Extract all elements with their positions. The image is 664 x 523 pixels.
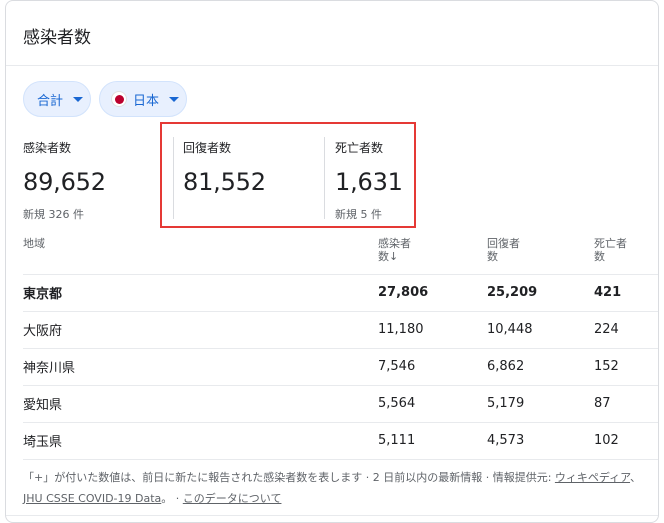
- region-cell: 埼玉県: [23, 422, 378, 460]
- cases-stat: 感染者数 89,652 新規 326 件: [23, 139, 106, 222]
- total-filter-label: 合計: [37, 93, 64, 109]
- total-filter-chip[interactable]: 合計: [23, 81, 91, 117]
- region-table: 地域 感染者 数↓ 回復者数 死亡者数 東京都 27,806 25,209 421…: [23, 233, 658, 460]
- recovered-cell: 10,448: [487, 311, 594, 349]
- table-row[interactable]: 東京都 27,806 25,209 421: [23, 274, 658, 312]
- table-row[interactable]: 埼玉県 5,111 4,573 102: [23, 422, 658, 460]
- recovered-cell: 25,209: [487, 274, 594, 312]
- caret-down-icon: [169, 96, 180, 102]
- table-row[interactable]: 大阪府 11,180 10,448 224: [23, 311, 658, 349]
- recovered-column-header[interactable]: 回復者数: [487, 233, 594, 275]
- country-filter-chip[interactable]: 日本: [99, 81, 187, 117]
- recovered-cell: 6,862: [487, 348, 594, 386]
- cases-value: 89,652: [23, 168, 106, 196]
- deaths-column-header[interactable]: 死亡者数: [594, 233, 658, 275]
- deaths-cell: 224: [594, 311, 658, 349]
- country-filter-label: 日本: [133, 93, 160, 109]
- card-header: 感染者数: [6, 1, 658, 66]
- japan-flag-icon: [111, 91, 127, 107]
- covid-stats-card: 感染者数 合計 日本 感染者数 89,652 新規 326 件 回復者数 81,…: [5, 0, 659, 523]
- deaths-cell: 87: [594, 385, 658, 423]
- region-cell: 神奈川県: [23, 348, 378, 386]
- region-cell: 愛知県: [23, 385, 378, 423]
- cases-cell: 5,111: [378, 422, 487, 460]
- region-cell: 大阪府: [23, 311, 378, 349]
- cases-new: 新規 326 件: [23, 208, 84, 221]
- recovered-cell: 4,573: [487, 422, 594, 460]
- region-column-header[interactable]: 地域: [23, 233, 378, 275]
- jhu-data-link[interactable]: JHU CSSE COVID-19 Data: [23, 492, 161, 505]
- deaths-cell: 102: [594, 422, 658, 460]
- recovered-cell: 5,179: [487, 385, 594, 423]
- cases-cell: 7,546: [378, 348, 487, 386]
- wikipedia-link[interactable]: ウィキペディア: [555, 471, 630, 484]
- table-header-row: 地域 感染者 数↓ 回復者数 死亡者数: [23, 233, 658, 275]
- footer-note: 「+」が付いた数値は、前日に新たに報告された感染者数を表します · 2 日前以内…: [23, 471, 555, 484]
- cases-cell: 5,564: [378, 385, 487, 423]
- table-row[interactable]: 神奈川県 7,546 6,862 152: [23, 348, 658, 386]
- cases-label: 感染者数: [23, 141, 72, 155]
- table-row[interactable]: 愛知県 5,564 5,179 87: [23, 385, 658, 423]
- highlight-box: [160, 122, 416, 228]
- cases-cell: 27,806: [378, 274, 487, 312]
- region-cell: 東京都: [23, 274, 378, 312]
- about-data-link[interactable]: このデータについて: [183, 492, 282, 505]
- footer-divider: [6, 515, 658, 516]
- caret-down-icon: [73, 96, 84, 102]
- deaths-cell: 421: [594, 274, 658, 312]
- card-title: 感染者数: [23, 28, 91, 48]
- cases-column-header[interactable]: 感染者 数↓: [378, 233, 487, 275]
- deaths-cell: 152: [594, 348, 658, 386]
- cases-cell: 11,180: [378, 311, 487, 349]
- source-footer: 「+」が付いた数値は、前日に新たに報告された感染者数を表します · 2 日前以内…: [23, 471, 642, 505]
